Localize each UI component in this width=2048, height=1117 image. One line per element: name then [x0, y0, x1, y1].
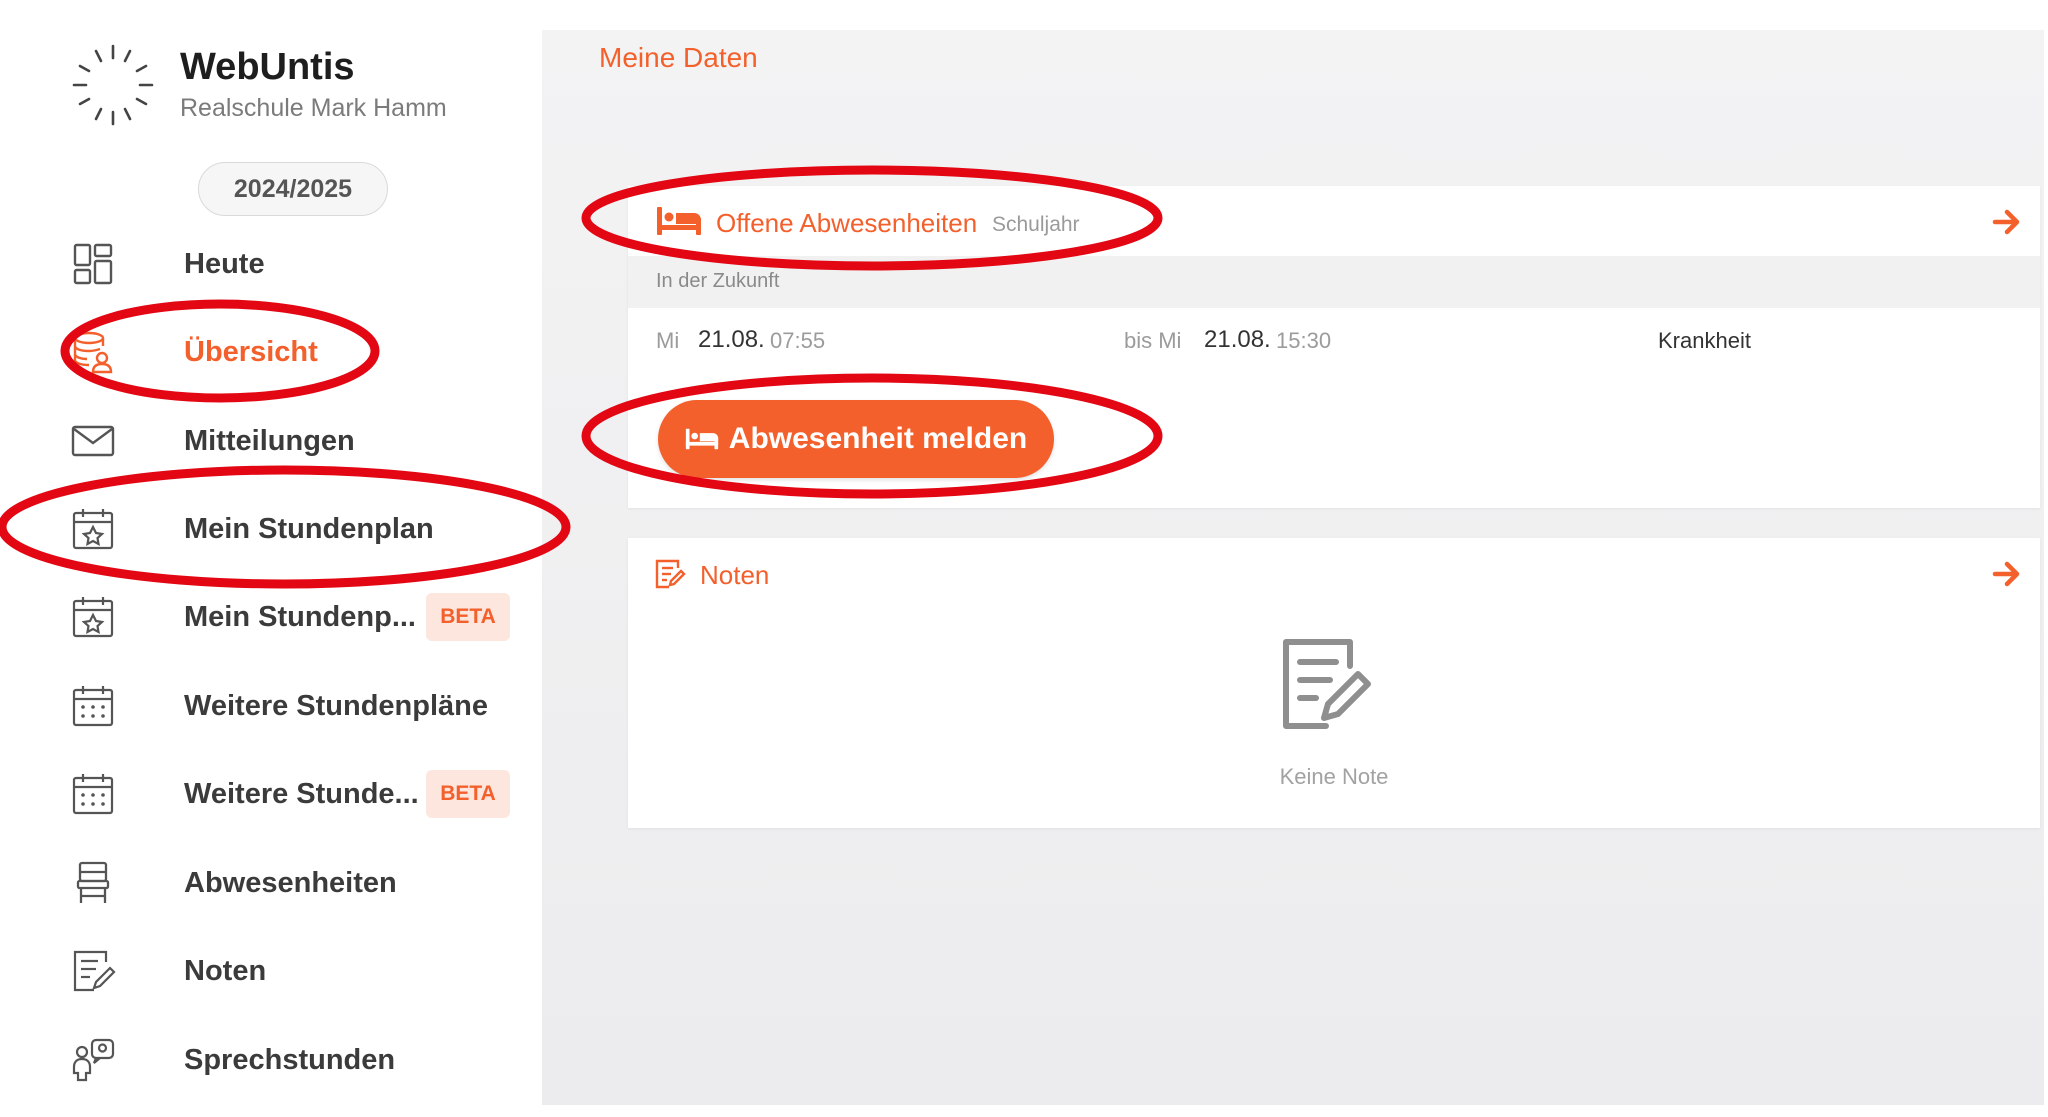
app-title: WebUntis — [180, 46, 355, 88]
sidebar-item-label: Mein Stundenplan — [184, 512, 434, 545]
sidebar-item-label: Mein Stundenp... — [184, 600, 416, 633]
arrow-right-icon[interactable] — [1992, 559, 2022, 589]
sidebar-item-label: Weitere Stunde... — [184, 777, 419, 810]
dashboard-icon — [73, 243, 113, 285]
calendar-star-icon — [72, 597, 114, 638]
open-absences-card: Offene Abwesenheiten Schuljahr In der Zu… — [628, 186, 2040, 508]
school-year-selector[interactable]: 2024/2025 — [198, 162, 388, 216]
sidebar-item-label: Abwesenheiten — [184, 866, 397, 899]
section-header: In der Zukunft — [628, 256, 2040, 308]
bed-icon — [657, 207, 701, 235]
main-content: Meine Daten Offene Abwesenheiten Schulja… — [542, 30, 2044, 1105]
school-name: Realschule Mark Hamm — [180, 94, 447, 122]
grades-icon — [73, 950, 116, 992]
sidebar-item-sprechstunden[interactable]: Sprechstunden — [70, 1028, 520, 1092]
sidebar-item-mitteilungen[interactable]: Mitteilungen — [70, 409, 520, 473]
page-title: Meine Daten — [599, 42, 758, 73]
sidebar-item-mein-stundenplan[interactable]: Mein Stundenplan — [70, 497, 520, 561]
to-prefix: bis Mi — [1124, 328, 1182, 353]
grades-card: Noten Keine Note — [628, 538, 2040, 828]
sidebar: WebUntis Realschule Mark Hamm 2024/2025 … — [0, 0, 540, 1117]
sidebar-item-label: Heute — [184, 247, 265, 280]
app-window: WebUntis Realschule Mark Hamm 2024/2025 … — [0, 0, 2048, 1117]
card-subtitle: Schuljahr — [992, 213, 1080, 236]
consultation-icon — [72, 1038, 115, 1082]
profile-data-icon — [73, 331, 113, 374]
empty-grades-icon — [1283, 639, 1371, 729]
card-title[interactable]: Noten — [700, 560, 769, 591]
calendar-star-icon — [72, 509, 114, 550]
sidebar-item-label: Weitere Stundenpläne — [184, 689, 489, 722]
card-title[interactable]: Offene Abwesenheiten — [716, 208, 977, 239]
sidebar-item-label: Mitteilungen — [184, 424, 355, 457]
beta-badge: BETA — [426, 770, 510, 818]
from-time: 07:55 — [770, 328, 826, 353]
sidebar-item-noten[interactable]: Noten — [70, 939, 520, 1003]
report-absence-button[interactable]: Abwesenheit melden — [658, 400, 1054, 478]
sidebar-item-weitere-stundenplaene[interactable]: Weitere Stundenpläne — [70, 674, 520, 738]
from-date: 21.08. — [698, 326, 765, 353]
section-label: In der Zukunft — [656, 270, 780, 292]
bed-icon — [685, 428, 718, 450]
grades-icon — [655, 559, 686, 589]
button-label: Abwesenheit melden — [728, 422, 1028, 455]
empty-state-text: Keine Note — [1279, 764, 1389, 789]
chair-icon — [76, 861, 110, 903]
sidebar-item-mein-stundenplan-beta[interactable]: Mein Stundenp... BETA — [70, 585, 520, 649]
from-day: Mi — [656, 328, 680, 353]
sidebar-item-label: Sprechstunden — [184, 1043, 396, 1076]
beta-badge: BETA — [426, 593, 510, 641]
to-date: 21.08. — [1204, 326, 1271, 353]
sidebar-item-label: Übersicht — [184, 335, 318, 368]
sidebar-item-uebersicht[interactable]: Übersicht — [70, 320, 520, 384]
absence-reason: Krankheit — [1658, 328, 1751, 353]
to-time: 15:30 — [1276, 328, 1332, 353]
sidebar-item-weitere-stundenplaene-beta[interactable]: Weitere Stunde... BETA — [70, 762, 520, 826]
sidebar-item-label: Noten — [184, 954, 267, 987]
calendar-grid-icon — [72, 774, 114, 815]
sidebar-item-heute[interactable]: Heute — [70, 232, 520, 296]
arrow-right-icon[interactable] — [1992, 207, 2022, 237]
sidebar-item-abwesenheiten[interactable]: Abwesenheiten — [70, 851, 520, 915]
webuntis-logo-icon — [72, 44, 154, 126]
calendar-grid-icon — [72, 686, 114, 727]
envelope-icon — [71, 425, 115, 457]
